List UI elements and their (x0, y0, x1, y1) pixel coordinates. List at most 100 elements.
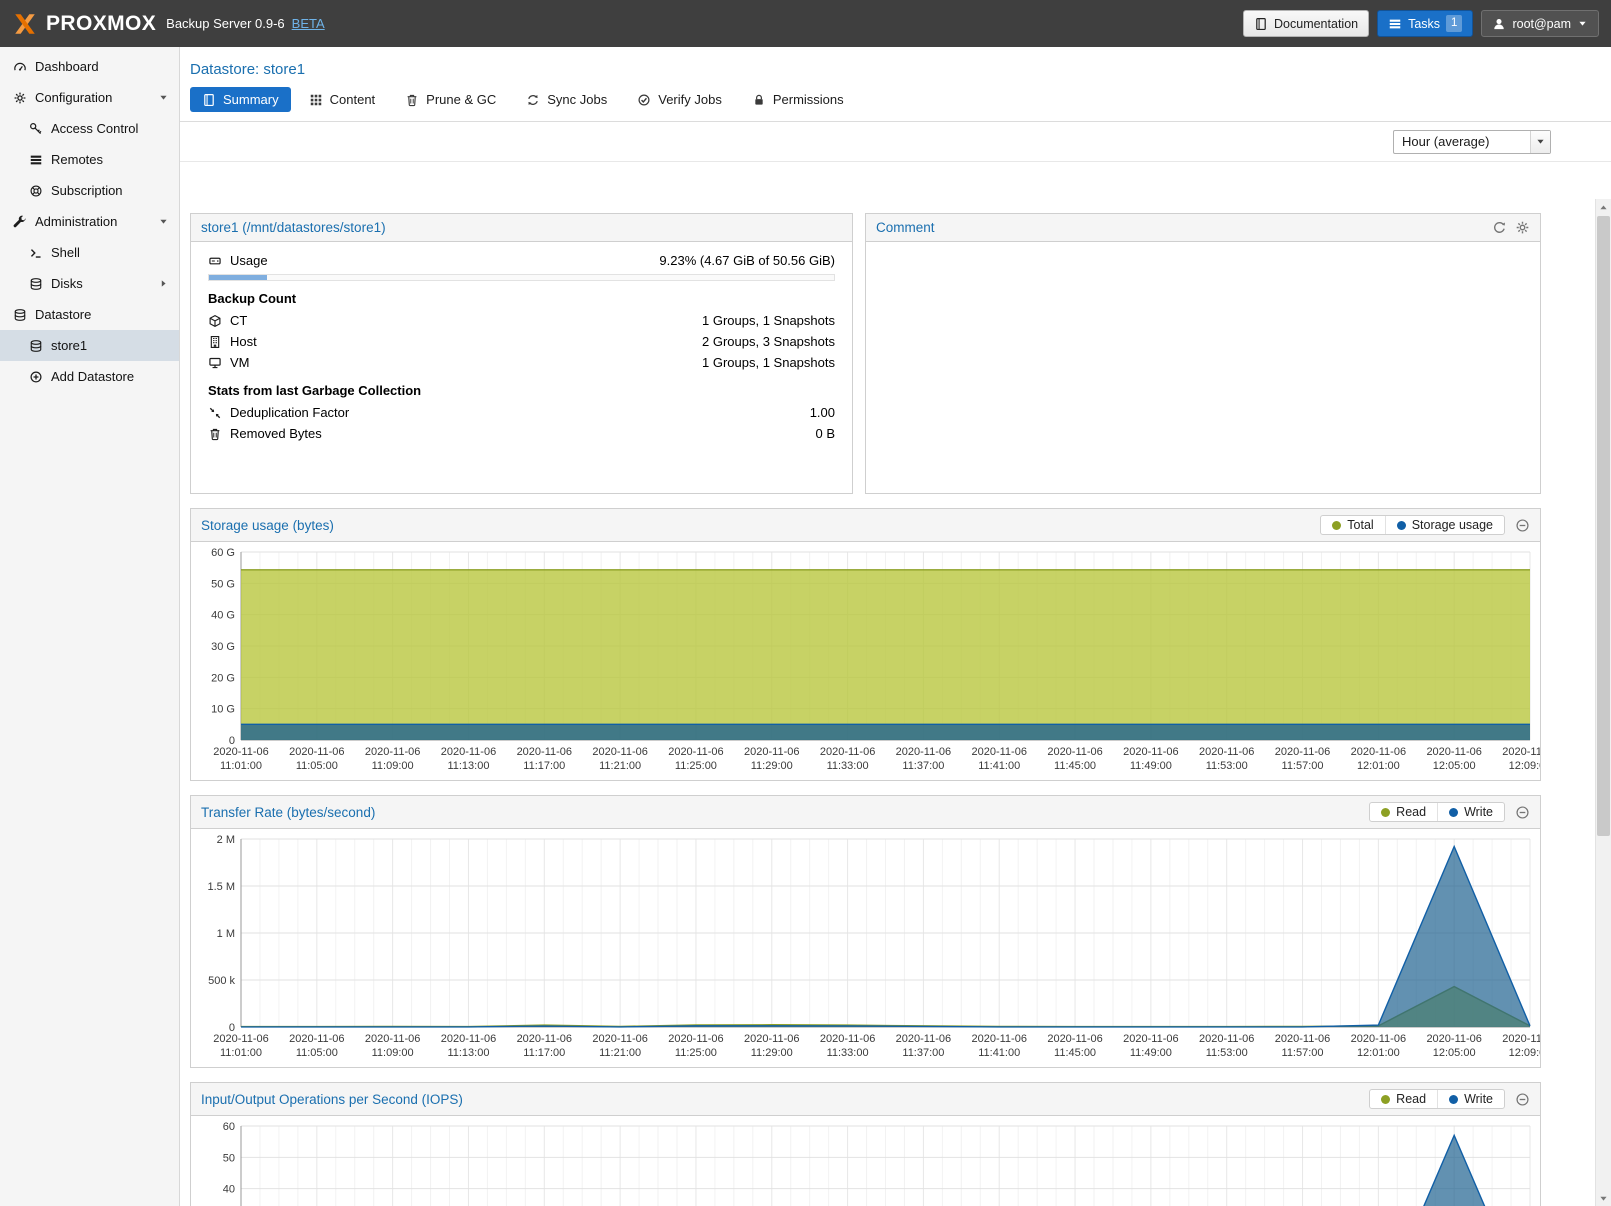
sidebar-item-add-datastore[interactable]: Add Datastore (0, 361, 179, 392)
scroll-area: store1 (/mnt/datastores/store1) Usage 9.… (180, 199, 1595, 1206)
sidebar-item-label: Subscription (51, 183, 123, 198)
scroll-down-button[interactable] (1596, 1190, 1611, 1206)
tab-label: Content (330, 92, 376, 107)
sidebar-item-label: Access Control (51, 121, 138, 136)
beta-link[interactable]: BETA (292, 16, 325, 31)
svg-text:60: 60 (223, 1121, 235, 1133)
documentation-button[interactable]: Documentation (1243, 10, 1369, 37)
user-menu-button[interactable]: root@pam (1481, 10, 1599, 37)
ct-label: CT (230, 313, 247, 328)
sidebar-item-shell[interactable]: Shell (0, 237, 179, 268)
tab-permissions[interactable]: Permissions (740, 87, 856, 112)
legend-item-write[interactable]: Write (1437, 803, 1504, 821)
transfer-chart-legend: Read Write (1369, 802, 1505, 822)
tab-summary[interactable]: Summary (190, 87, 291, 112)
host-label: Host (230, 334, 257, 349)
plus-circle-icon (29, 370, 43, 384)
sidebar-item-remotes[interactable]: Remotes (0, 144, 179, 175)
svg-text:40 G: 40 G (211, 610, 235, 622)
chevron-down-icon (1535, 136, 1546, 147)
svg-text:2020-11-0611:53:00: 2020-11-0611:53:00 (1199, 1033, 1254, 1059)
disks-icon (29, 277, 43, 291)
server-list-icon (29, 153, 43, 167)
timeframe-select[interactable]: Hour (average) (1393, 130, 1551, 154)
tasks-button[interactable]: Tasks 1 (1377, 10, 1473, 37)
tasks-badge: 1 (1446, 15, 1462, 32)
svg-text:2020-11-0612:09:00: 2020-11-0612:09:00 (1502, 746, 1540, 772)
sidebar-item-dashboard[interactable]: Dashboard (0, 51, 179, 82)
compress-icon (208, 406, 222, 420)
dedup-factor-row: Deduplication Factor 1.00 (208, 402, 835, 423)
sidebar-item-subscription[interactable]: Subscription (0, 175, 179, 206)
sidebar-item-access-control[interactable]: Access Control (0, 113, 179, 144)
svg-text:50: 50 (223, 1152, 235, 1164)
legend-label: Write (1464, 805, 1493, 819)
building-icon (208, 335, 222, 349)
svg-text:2020-11-0612:01:00: 2020-11-0612:01:00 (1351, 746, 1406, 772)
legend-label: Read (1396, 805, 1426, 819)
sidebar-item-label: Shell (51, 245, 80, 260)
chevron-down-icon (1577, 18, 1588, 29)
scroll-up-button[interactable] (1596, 199, 1611, 215)
collapse-button[interactable] (1515, 805, 1530, 820)
legend-item-read[interactable]: Read (1370, 803, 1437, 821)
database-icon (29, 339, 43, 353)
svg-text:2020-11-0611:29:00: 2020-11-0611:29:00 (744, 1033, 799, 1059)
scrollbar[interactable] (1595, 199, 1611, 1206)
top-header: PROXMOX Backup Server 0.9-6 BETA Documen… (0, 0, 1611, 47)
svg-text:0: 0 (229, 1022, 235, 1034)
legend-item-write[interactable]: Write (1437, 1090, 1504, 1108)
svg-text:2020-11-0611:09:00: 2020-11-0611:09:00 (365, 746, 420, 772)
user-label: root@pam (1512, 17, 1571, 31)
legend-item-read[interactable]: Read (1370, 1090, 1437, 1108)
settings-button[interactable] (1515, 220, 1530, 235)
legend-dot (1332, 521, 1341, 530)
collapse-button[interactable] (1515, 518, 1530, 533)
product-version: Backup Server 0.9-6 (166, 16, 285, 31)
hdd-icon (208, 254, 222, 268)
comment-body[interactable] (866, 242, 1540, 258)
sidebar-item-datastore[interactable]: Datastore (0, 299, 179, 330)
chevron-down-icon (1598, 1193, 1609, 1204)
legend-item-total[interactable]: Total (1321, 516, 1384, 534)
sidebar-item-label: Dashboard (35, 59, 99, 74)
sidebar-item-label: Disks (51, 276, 83, 291)
tab-verify-jobs[interactable]: Verify Jobs (625, 87, 734, 112)
svg-text:2020-11-0611:25:00: 2020-11-0611:25:00 (668, 746, 723, 772)
collapse-button[interactable] (1515, 1092, 1530, 1107)
tab-sync-jobs[interactable]: Sync Jobs (514, 87, 619, 112)
tab-prune-gc[interactable]: Prune & GC (393, 87, 508, 112)
svg-text:60 G: 60 G (211, 547, 235, 559)
combo-trigger[interactable] (1530, 131, 1550, 153)
sidebar-item-disks[interactable]: Disks (0, 268, 179, 299)
refresh-button[interactable] (1492, 220, 1507, 235)
tab-label: Permissions (773, 92, 844, 107)
collapse-minus-icon (1515, 805, 1530, 820)
tab-content[interactable]: Content (297, 87, 388, 112)
transfer-rate-chart: 2020-11-0611:01:002020-11-0611:05:002020… (191, 829, 1540, 1067)
sidebar-item-label: Remotes (51, 152, 103, 167)
svg-text:0: 0 (229, 735, 235, 747)
check-circle-icon (637, 93, 651, 107)
svg-text:2020-11-0611:33:00: 2020-11-0611:33:00 (820, 746, 875, 772)
legend-item-storage-usage[interactable]: Storage usage (1385, 516, 1504, 534)
sidebar-item-store1[interactable]: store1 (0, 330, 179, 361)
legend-dot (1381, 808, 1390, 817)
usage-progress-fill (209, 275, 267, 280)
gear-icon (1515, 220, 1530, 235)
chevron-down-icon (158, 216, 169, 227)
chevron-up-icon (1598, 202, 1609, 213)
svg-text:2020-11-0611:21:00: 2020-11-0611:21:00 (592, 746, 647, 772)
scroll-thumb[interactable] (1597, 216, 1610, 836)
sidebar-item-configuration[interactable]: Configuration (0, 82, 179, 113)
sidebar-item-label: Add Datastore (51, 369, 134, 384)
sidebar-item-administration[interactable]: Administration (0, 206, 179, 237)
legend-dot (1449, 808, 1458, 817)
svg-text:30 G: 30 G (211, 641, 235, 653)
svg-text:2020-11-0611:13:00: 2020-11-0611:13:00 (441, 1033, 496, 1059)
brand: PROXMOX (12, 11, 156, 37)
legend-dot (1449, 1095, 1458, 1104)
transfer-rate-panel: Transfer Rate (bytes/second) Read Write … (190, 795, 1541, 1068)
svg-text:2020-11-0611:45:00: 2020-11-0611:45:00 (1047, 746, 1102, 772)
timeframe-value: Hour (average) (1394, 134, 1530, 149)
